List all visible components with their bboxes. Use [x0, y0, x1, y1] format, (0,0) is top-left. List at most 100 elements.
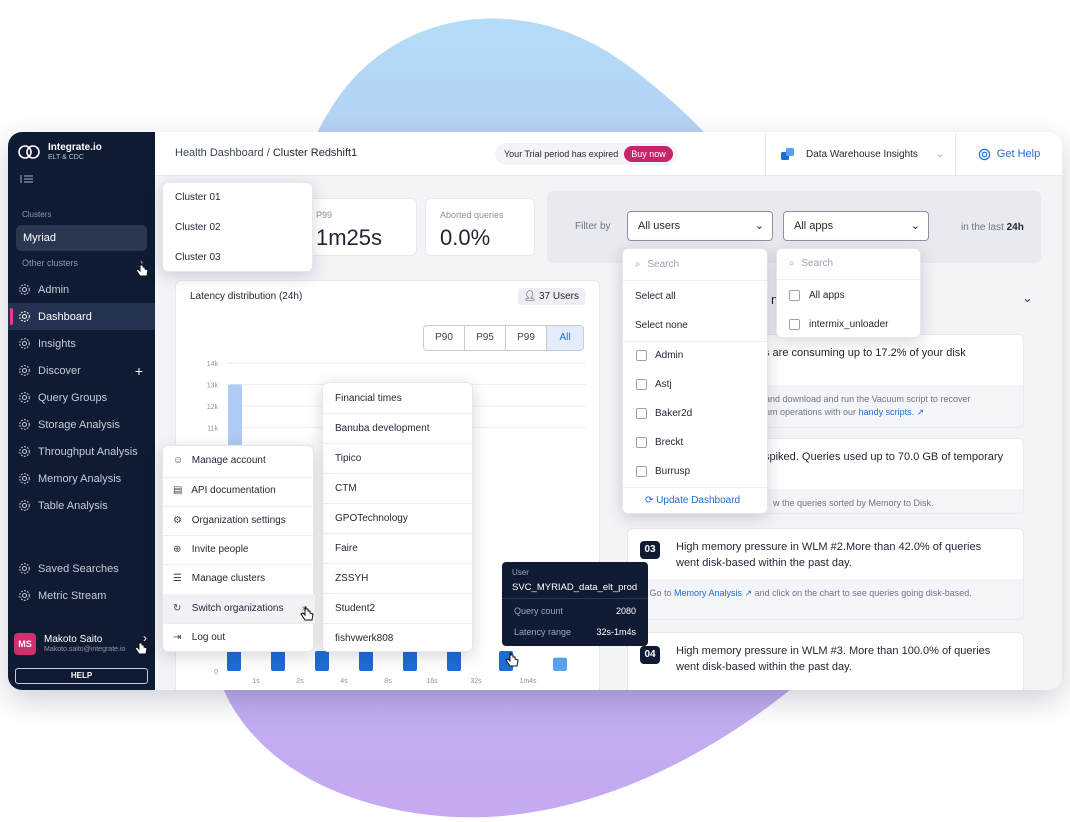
- users-select-value: All users: [638, 220, 681, 232]
- handy-scripts-link[interactable]: handy scripts.: [859, 407, 915, 417]
- user-name: Makoto Saito: [44, 634, 103, 645]
- log-out-item[interactable]: ⇥ Log out: [163, 632, 313, 643]
- gear-icon: [19, 563, 30, 574]
- organization-option[interactable]: CTM: [323, 483, 472, 494]
- sidebar-item-admin[interactable]: Admin: [8, 276, 155, 303]
- chart-bar[interactable]: [271, 651, 285, 671]
- insight-footer-text: um operations with our: [765, 407, 857, 417]
- user-option[interactable]: Baker2d: [623, 408, 767, 419]
- manage-account-item[interactable]: ☺ Manage account: [163, 455, 313, 466]
- organization-option[interactable]: Banuba development: [323, 423, 472, 434]
- sidebar-item-label: Saved Searches: [38, 562, 119, 575]
- memory-analysis-link[interactable]: Memory Analysis: [674, 588, 742, 598]
- user-menu-toggle[interactable]: MS Makoto Saito Makoto.saito@integrate.i…: [8, 624, 155, 664]
- product-switcher[interactable]: Data Warehouse Insights ⌄: [765, 132, 955, 176]
- switch-organizations-item[interactable]: ↻ Switch organizations ›: [163, 603, 313, 614]
- invite-people-item[interactable]: ⊕ Invite people: [163, 544, 313, 555]
- insight-card-04[interactable]: 04 High memory pressure in WLM #3. More …: [627, 632, 1024, 690]
- app-option[interactable]: All apps: [777, 290, 920, 301]
- separator: [323, 593, 472, 594]
- get-help-button[interactable]: Get Help: [955, 132, 1062, 176]
- users-select[interactable]: All users ⌄: [627, 211, 773, 241]
- update-dashboard-button[interactable]: ⟳ Update Dashboard: [645, 495, 740, 506]
- other-clusters-toggle[interactable]: Other clusters ›: [22, 257, 147, 268]
- chart-bar[interactable]: [553, 657, 567, 671]
- external-link-icon: ↗: [916, 407, 925, 417]
- sidebar-item-table-analysis[interactable]: Table Analysis: [8, 492, 155, 519]
- separator: [163, 506, 313, 507]
- organization-option[interactable]: Student2: [323, 603, 472, 614]
- current-cluster[interactable]: Myriad: [16, 225, 147, 251]
- last-value[interactable]: 24h: [1007, 222, 1024, 233]
- user-option[interactable]: Burrusp: [623, 466, 767, 477]
- plus-icon[interactable]: +: [135, 363, 143, 379]
- app-subtitle: ELT & CDC: [48, 154, 84, 161]
- chart-bar[interactable]: [315, 651, 329, 671]
- tooltip-row-label: Latency range: [514, 627, 572, 637]
- select-none-option[interactable]: Select none: [623, 320, 767, 331]
- x-tick-label: 2s: [296, 678, 304, 685]
- breadcrumb-health-dashboard[interactable]: Health Dashboard: [175, 147, 264, 159]
- chevron-down-icon: ⌄: [754, 220, 764, 232]
- help-button[interactable]: HELP: [15, 668, 148, 684]
- apps-select[interactable]: All apps ⌄: [783, 211, 929, 241]
- select-all-option[interactable]: Select all: [623, 291, 767, 302]
- sidebar-item-label: Memory Analysis: [38, 472, 122, 485]
- app-logo[interactable]: Integrate.io ELT & CDC: [18, 142, 102, 162]
- apps-dropdown: ⌕ Search All apps intermix_unloader: [776, 248, 921, 338]
- tooltip-row-label: Query count: [514, 606, 564, 616]
- sidebar-item-insights[interactable]: Insights: [8, 330, 155, 357]
- users-dropdown: ⌕ Search Select all Select none Admin As…: [622, 248, 768, 514]
- sidebar-item-storage-analysis[interactable]: Storage Analysis: [8, 411, 155, 438]
- chevron-down-icon: ⌄: [910, 220, 920, 232]
- organization-option[interactable]: Financial times: [323, 393, 472, 404]
- users-search[interactable]: ⌕ Search: [635, 259, 679, 270]
- api-documentation-item[interactable]: ▤ API documentation: [163, 485, 313, 496]
- apps-search[interactable]: ⌕ Search: [789, 258, 833, 269]
- chevron-down-icon[interactable]: ⌄: [1022, 290, 1033, 306]
- organization-option[interactable]: GPOTechnology: [323, 513, 472, 524]
- user-gear-icon: ☺: [173, 455, 184, 466]
- y-tick-label: 0: [214, 669, 218, 676]
- separator: [163, 535, 313, 536]
- sidebar-item-metric-stream[interactable]: Metric Stream: [8, 582, 155, 609]
- insight-title: spiked. Queries used up to 70.0 GB of te…: [764, 451, 1004, 463]
- user-option[interactable]: Breckt: [623, 437, 767, 448]
- sidebar-item-dashboard[interactable]: Dashboard: [8, 303, 155, 330]
- logout-icon: ⇥: [173, 632, 182, 643]
- collapse-sidebar-icon[interactable]: [20, 174, 34, 187]
- chart-bar[interactable]: [447, 651, 461, 671]
- breadcrumb-separator: /: [266, 147, 270, 159]
- tooltip-row-value: 2080: [615, 606, 636, 616]
- organization-option[interactable]: ZSSYH: [323, 573, 472, 584]
- sidebar-item-throughput-analysis[interactable]: Throughput Analysis: [8, 438, 155, 465]
- app-name: Integrate.io: [48, 142, 102, 153]
- buy-now-button[interactable]: Buy now: [624, 146, 673, 162]
- sidebar-item-discover[interactable]: Discover +: [8, 357, 155, 384]
- organization-option[interactable]: Tipico: [323, 453, 472, 464]
- cluster-menu-item[interactable]: Cluster 02: [163, 222, 312, 233]
- app-option[interactable]: intermix_unloader: [777, 319, 920, 330]
- sidebar-item-query-groups[interactable]: Query Groups: [8, 384, 155, 411]
- gear-icon: [19, 419, 30, 430]
- user-option[interactable]: Astj: [623, 379, 767, 390]
- chart-bar[interactable]: [359, 651, 373, 671]
- manage-clusters-item[interactable]: ☰ Manage clusters: [163, 573, 313, 584]
- other-clusters-label: Other clusters: [22, 258, 79, 268]
- chevron-down-icon: ⌄: [935, 148, 945, 160]
- user-option[interactable]: Admin: [623, 350, 767, 361]
- chart-bar[interactable]: [403, 651, 417, 671]
- cluster-menu-item[interactable]: Cluster 01: [163, 192, 312, 203]
- update-dashboard-label: Update Dashboard: [656, 495, 741, 506]
- separator: [623, 487, 767, 488]
- organization-option[interactable]: fishvwerk808: [323, 633, 472, 644]
- insight-card-03[interactable]: 03 High memory pressure in WLM #2.More t…: [627, 528, 1024, 620]
- sidebar-item-label: Discover: [38, 364, 81, 377]
- organization-settings-item[interactable]: ⚙︎ Organization settings: [163, 515, 313, 526]
- organization-option[interactable]: Faire: [323, 543, 472, 554]
- separator: [777, 279, 920, 280]
- sidebar-item-memory-analysis[interactable]: Memory Analysis: [8, 465, 155, 492]
- sidebar-item-label: Throughput Analysis: [38, 445, 138, 458]
- sidebar-item-saved-searches[interactable]: Saved Searches: [8, 555, 155, 582]
- cluster-menu-item[interactable]: Cluster 03: [163, 252, 312, 263]
